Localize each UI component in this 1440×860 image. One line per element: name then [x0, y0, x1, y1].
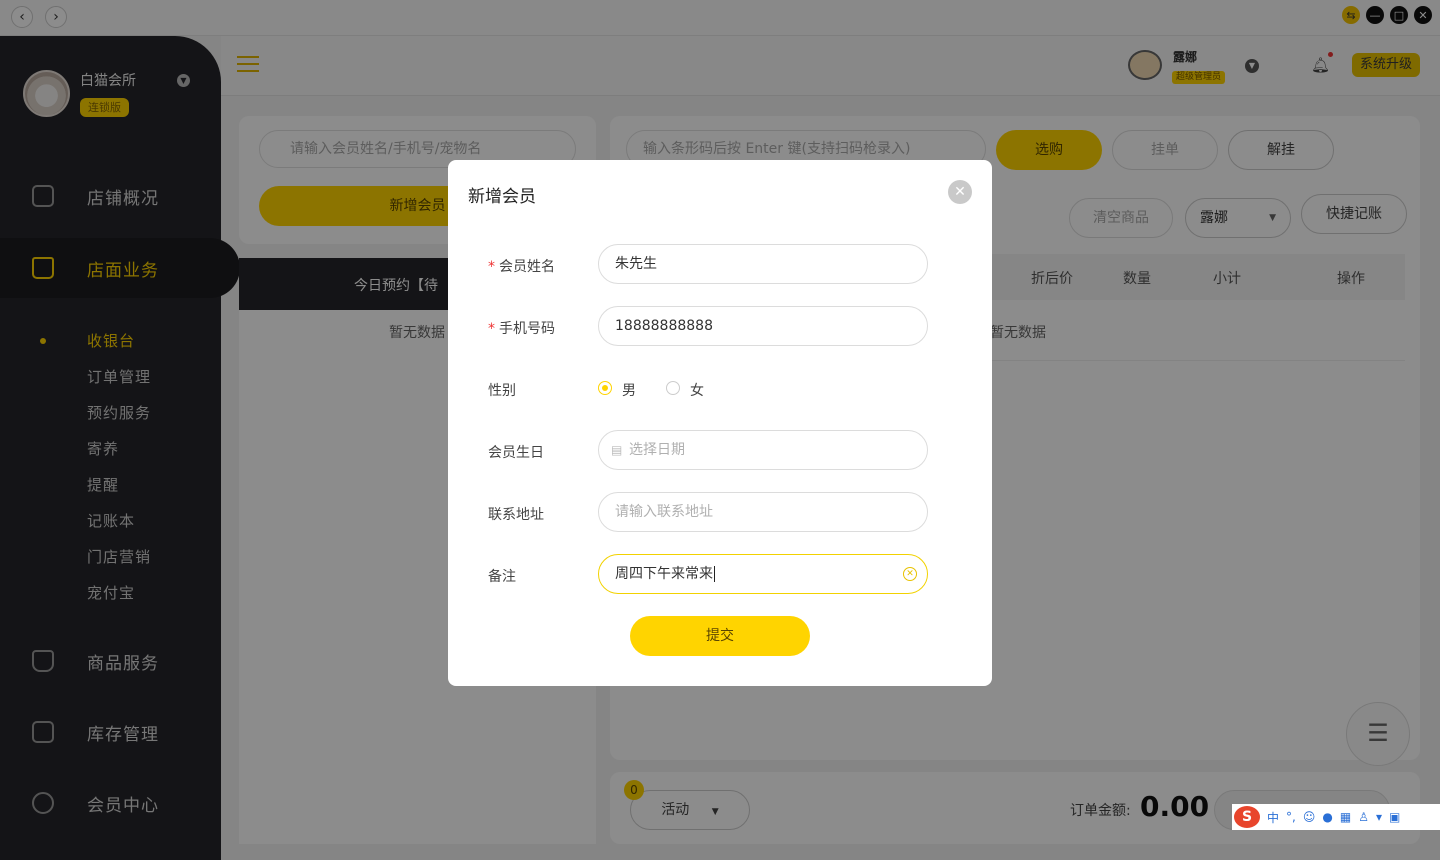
phone-label: * 手机号码	[488, 321, 555, 337]
address-label: 联系地址	[488, 507, 544, 523]
shirt-icon[interactable]: ▾	[1376, 810, 1382, 824]
note-value: 周四下午来常来	[615, 566, 713, 582]
note-field[interactable]: 周四下午来常来 ✕	[598, 554, 928, 594]
emoji-icon[interactable]: ☺	[1303, 810, 1316, 824]
gender-male-label[interactable]: 男	[622, 380, 636, 400]
required-mark: *	[488, 321, 495, 337]
name-label: * 会员姓名	[488, 259, 555, 275]
user-icon[interactable]: ♙	[1358, 810, 1369, 824]
note-label: 备注	[488, 569, 516, 585]
calendar-icon: ▤	[611, 443, 623, 457]
gender-male-radio[interactable]	[598, 381, 612, 395]
grid-icon[interactable]: ▣	[1389, 810, 1400, 824]
text-cursor	[714, 566, 720, 582]
birthday-placeholder: 选择日期	[629, 442, 685, 458]
submit-button[interactable]: 提交	[630, 616, 810, 656]
close-icon[interactable]: ✕	[948, 180, 972, 204]
birthday-field[interactable]: ▤ 选择日期	[598, 430, 928, 470]
microphone-icon[interactable]: ●	[1322, 810, 1332, 824]
gender-female-label[interactable]: 女	[690, 380, 704, 400]
clear-input-icon[interactable]: ✕	[903, 567, 917, 581]
new-member-dialog: 新增会员 ✕ * 会员姓名 朱先生 * 手机号码 18888888888 性别 男 …	[448, 160, 992, 686]
gender-female-radio[interactable]	[666, 381, 680, 395]
phone-field[interactable]: 18888888888	[598, 306, 928, 346]
birthday-label: 会员生日	[488, 445, 544, 461]
ime-punctuation[interactable]: °,	[1286, 810, 1296, 824]
keyboard-icon[interactable]: ▦	[1340, 810, 1351, 824]
name-field[interactable]: 朱先生	[598, 244, 928, 284]
ime-mode[interactable]: 中	[1267, 809, 1279, 826]
gender-label: 性别	[488, 383, 516, 399]
dialog-title: 新增会员	[468, 187, 536, 207]
address-field[interactable]: 请输入联系地址	[598, 492, 928, 532]
ime-toolbar: S 中 °, ☺ ● ▦ ♙ ▾ ▣	[1232, 804, 1440, 830]
sogou-logo-icon[interactable]: S	[1234, 806, 1260, 828]
required-mark: *	[488, 259, 495, 275]
